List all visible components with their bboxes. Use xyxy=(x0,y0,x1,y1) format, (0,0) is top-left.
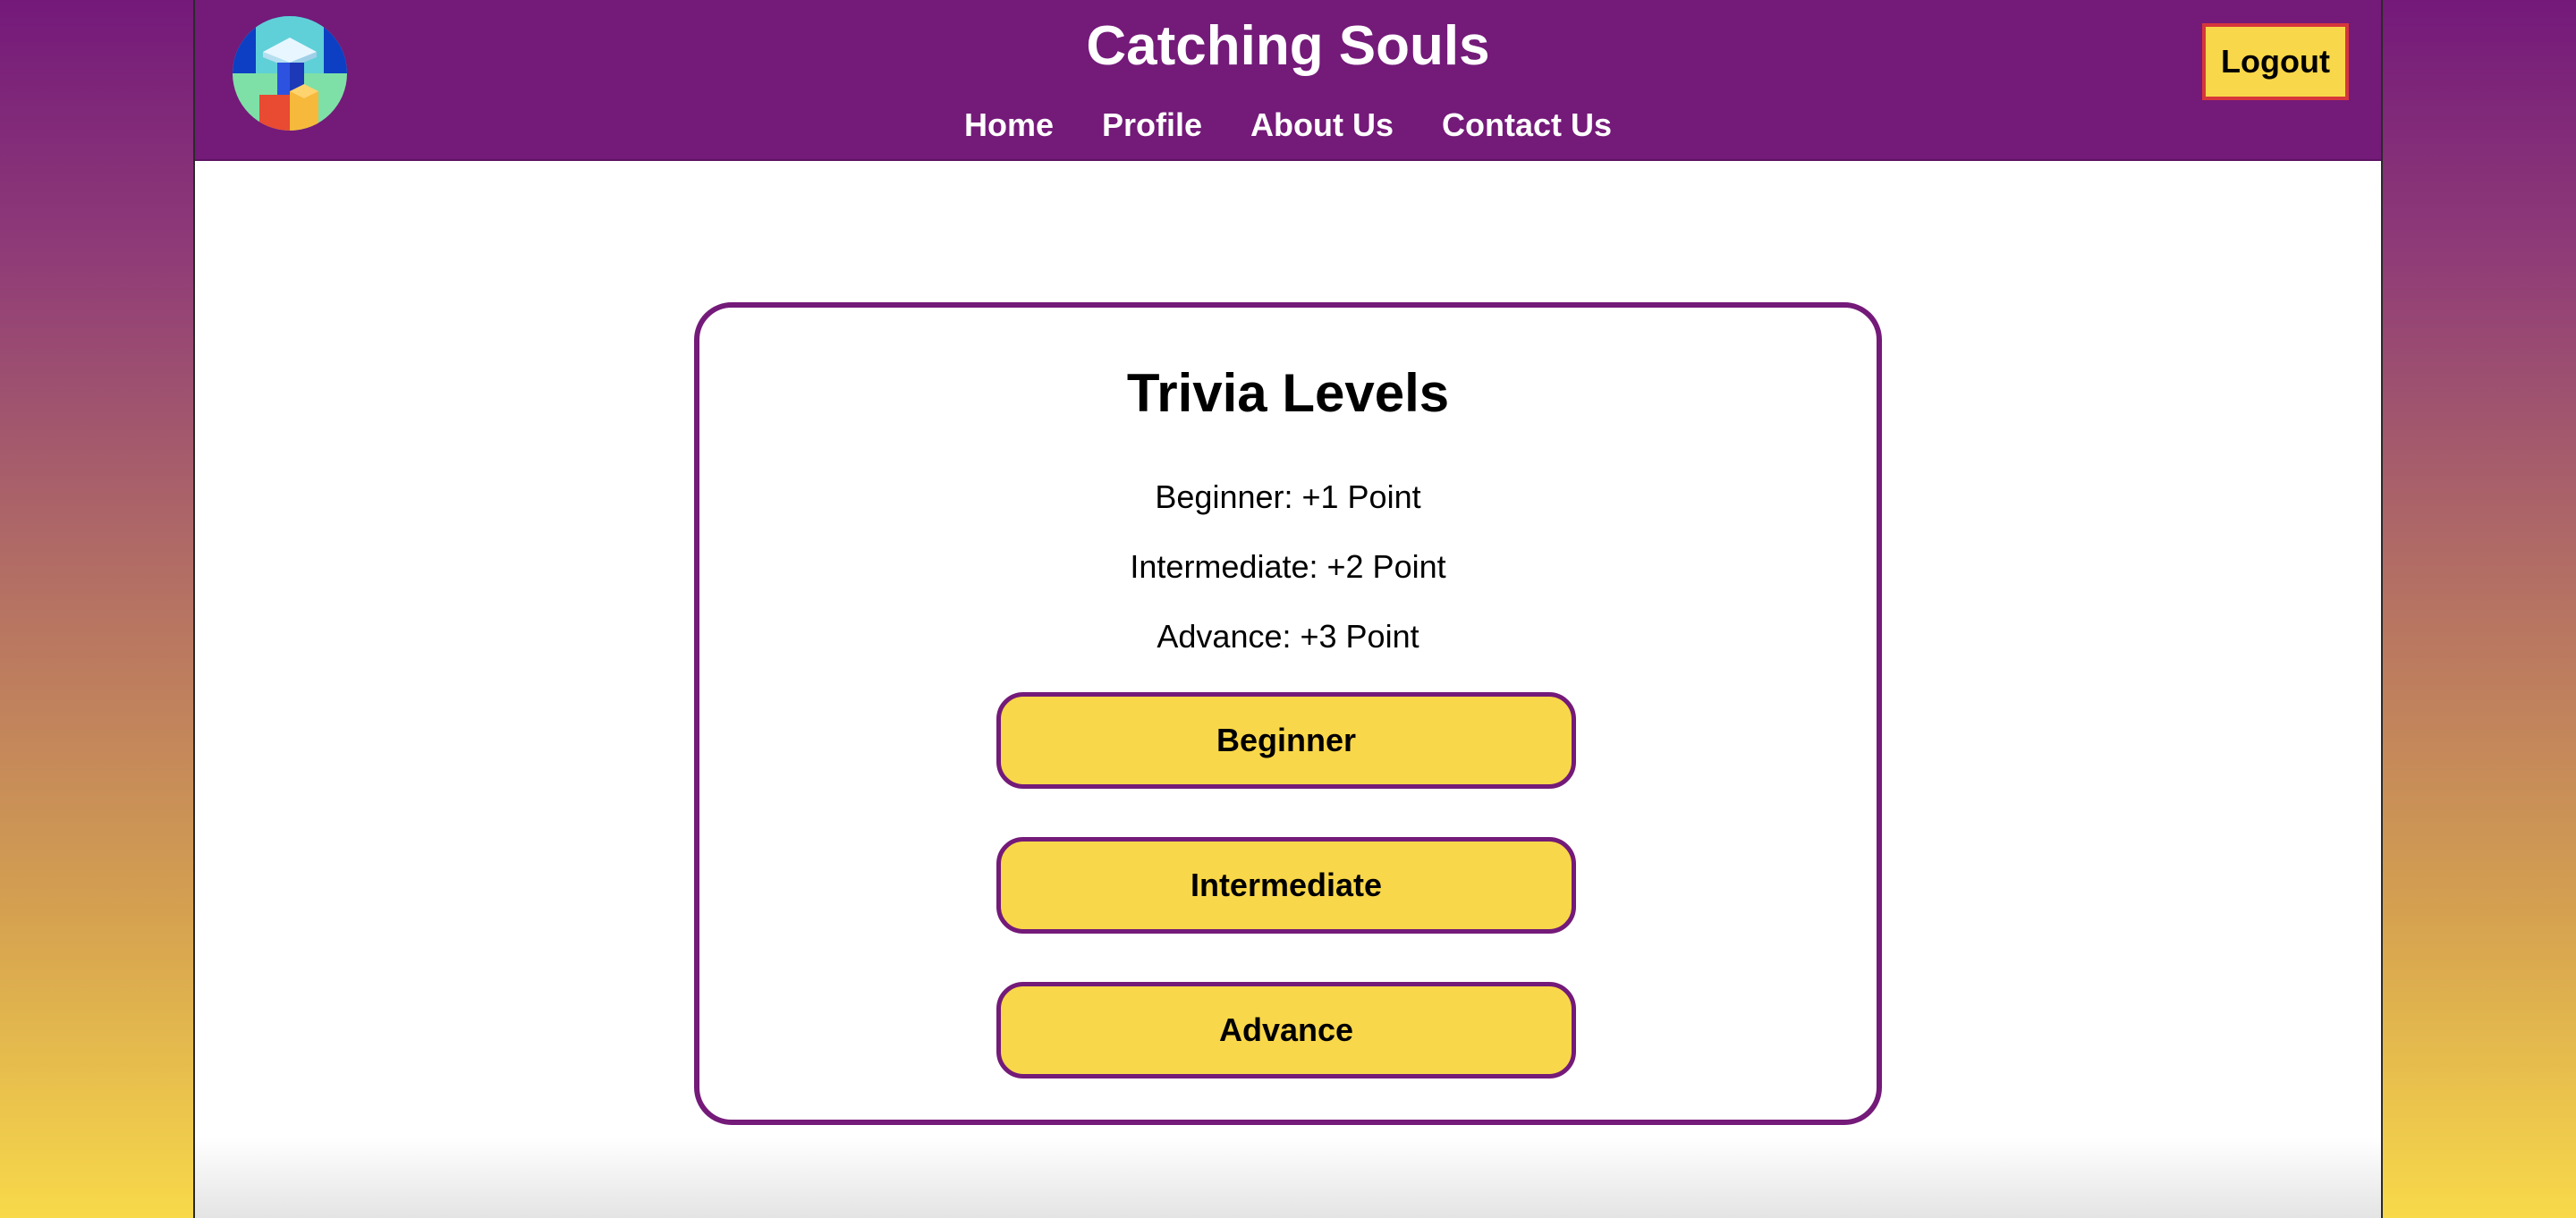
intermediate-points-text: Intermediate: +2 Point xyxy=(1130,548,1446,585)
nav-about-us-link[interactable]: About Us xyxy=(1250,104,1394,147)
beginner-points-text: Beginner: +1 Point xyxy=(1155,478,1421,515)
site-header: Catching Souls Home Profile About Us Con… xyxy=(195,0,2381,161)
nav-home-link[interactable]: Home xyxy=(964,104,1054,147)
site-title: Catching Souls xyxy=(1086,15,1490,77)
beginner-level-button[interactable]: Beginner xyxy=(996,692,1576,789)
advance-level-button[interactable]: Advance xyxy=(996,982,1576,1078)
trivia-levels-title: Trivia Levels xyxy=(1126,363,1450,423)
nav-contact-us-link[interactable]: Contact Us xyxy=(1442,104,1612,147)
advance-points-text: Advance: +3 Point xyxy=(1157,618,1419,655)
main-nav: Home Profile About Us Contact Us xyxy=(195,104,2381,147)
page-container: Catching Souls Home Profile About Us Con… xyxy=(193,0,2383,1218)
trivia-levels-card: Trivia Levels Beginner: +1 Point Interme… xyxy=(694,302,1882,1125)
logout-button[interactable]: Logout xyxy=(2202,23,2349,100)
intermediate-level-button[interactable]: Intermediate xyxy=(996,837,1576,934)
nav-profile-link[interactable]: Profile xyxy=(1102,104,1202,147)
